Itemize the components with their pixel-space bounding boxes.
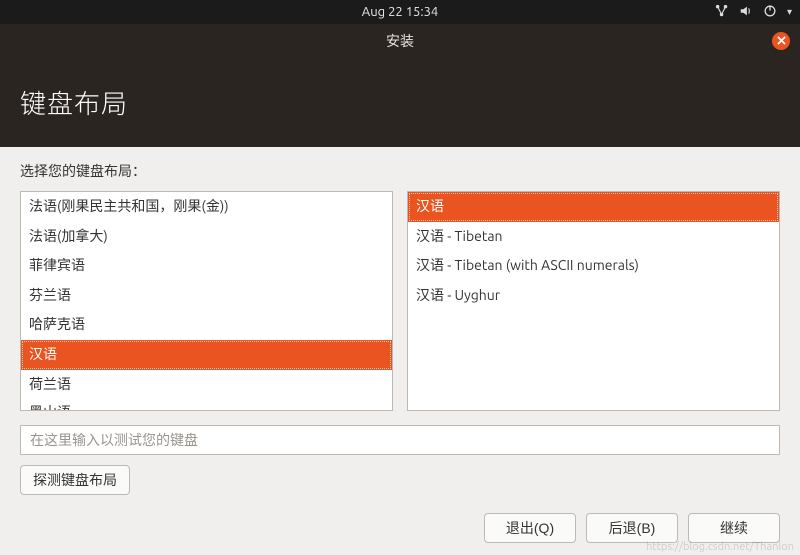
- list-item[interactable]: 荷兰语: [21, 370, 392, 400]
- topbar-datetime: Aug 22 15:34: [362, 5, 439, 19]
- list-item[interactable]: 汉语: [21, 340, 392, 370]
- page-title: 键盘布局: [20, 84, 128, 121]
- system-topbar: Aug 22 15:34 ▾: [0, 0, 800, 24]
- list-item[interactable]: 哈萨克语: [21, 310, 392, 340]
- list-item[interactable]: 黑山语: [21, 399, 392, 410]
- layout-lists: 法语(刚果民主共和国，刚果(金)) 法语(加拿大) 菲律宾语 芬兰语 哈萨克语 …: [20, 191, 780, 411]
- test-keyboard-input[interactable]: [20, 425, 780, 455]
- window-title: 安装: [386, 31, 414, 51]
- list-item[interactable]: 汉语: [408, 192, 779, 222]
- footer-buttons: 退出(Q) 后退(B) 继续: [484, 513, 780, 543]
- content-area: 选择您的键盘布局： 法语(刚果民主共和国，刚果(金)) 法语(加拿大) 菲律宾语…: [0, 147, 800, 495]
- variant-listbox[interactable]: 汉语 汉语 - Tibetan 汉语 - Tibetan (with ASCII…: [407, 191, 780, 411]
- network-icon[interactable]: [715, 4, 729, 21]
- list-item[interactable]: 法语(刚果民主共和国，刚果(金)): [21, 192, 392, 222]
- system-tray: ▾: [715, 0, 792, 24]
- back-button[interactable]: 后退(B): [586, 513, 678, 543]
- list-item[interactable]: 汉语 - Tibetan: [408, 222, 779, 252]
- power-icon[interactable]: [763, 4, 777, 21]
- language-listbox[interactable]: 法语(刚果民主共和国，刚果(金)) 法语(加拿大) 菲律宾语 芬兰语 哈萨克语 …: [20, 191, 393, 411]
- volume-icon[interactable]: [739, 4, 753, 21]
- page-header: 键盘布局: [0, 57, 800, 147]
- continue-button[interactable]: 继续: [688, 513, 780, 543]
- quit-button[interactable]: 退出(Q): [484, 513, 576, 543]
- prompt-label: 选择您的键盘布局：: [20, 161, 780, 181]
- list-item[interactable]: 汉语 - Tibetan (with ASCII numerals): [408, 251, 779, 281]
- test-input-row: [20, 425, 780, 455]
- detect-layout-button[interactable]: 探测键盘布局: [20, 465, 130, 495]
- list-item[interactable]: 菲律宾语: [21, 251, 392, 281]
- window-titlebar: 安装: [0, 24, 800, 57]
- detect-row: 探测键盘布局: [20, 465, 780, 495]
- list-item[interactable]: 法语(加拿大): [21, 222, 392, 252]
- window-close-button[interactable]: [772, 32, 790, 50]
- close-icon: [777, 36, 786, 45]
- list-item[interactable]: 芬兰语: [21, 281, 392, 311]
- list-item[interactable]: 汉语 - Uyghur: [408, 281, 779, 311]
- chevron-down-icon[interactable]: ▾: [787, 6, 792, 18]
